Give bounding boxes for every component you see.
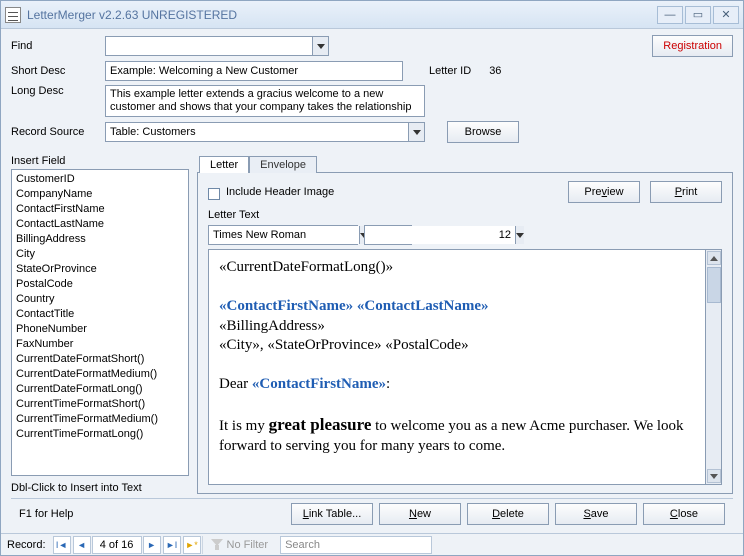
record-navigation-bar: Record: I◄ ◄ ► ►I ►* No Filter bbox=[1, 533, 743, 555]
scroll-up-button[interactable] bbox=[707, 251, 721, 265]
letterid-label: Letter ID bbox=[429, 65, 471, 77]
recordsource-label: Record Source bbox=[11, 126, 99, 138]
recordsource-input[interactable] bbox=[106, 123, 408, 141]
new-record-button[interactable]: ►* bbox=[183, 536, 201, 554]
longdesc-input[interactable]: This example letter extends a gracius we… bbox=[105, 85, 425, 117]
first-record-button[interactable]: I◄ bbox=[53, 536, 71, 554]
recordsource-dropdown-button[interactable] bbox=[408, 123, 424, 141]
shortdesc-input[interactable] bbox=[105, 61, 403, 81]
fontsize-input[interactable] bbox=[365, 226, 515, 244]
restore-button[interactable]: ▭ bbox=[685, 6, 711, 24]
record-position-input[interactable] bbox=[92, 536, 142, 554]
browse-button[interactable]: Browse bbox=[447, 121, 519, 143]
app-icon bbox=[5, 7, 21, 23]
field-list-item[interactable]: FaxNumber bbox=[16, 337, 184, 352]
field-list-item[interactable]: CurrentDateFormatShort() bbox=[16, 352, 184, 367]
funnel-icon bbox=[211, 539, 223, 551]
insert-field-header: Insert Field bbox=[11, 155, 189, 167]
editor-scrollbar[interactable] bbox=[706, 249, 722, 485]
titlebar: LetterMerger v2.2.63 UNREGISTERED — ▭ ✕ bbox=[1, 1, 743, 29]
close-window-button[interactable]: ✕ bbox=[713, 6, 739, 24]
include-header-checkbox[interactable] bbox=[208, 188, 220, 200]
field-list-item[interactable]: ContactTitle bbox=[16, 307, 184, 322]
letter-tab-panel: Include Header Image Preview Print Lette… bbox=[197, 172, 733, 494]
fontsize-combo[interactable] bbox=[364, 225, 412, 245]
field-list-item[interactable]: CurrentDateFormatLong() bbox=[16, 382, 184, 397]
font-input[interactable] bbox=[209, 226, 359, 244]
field-list-item[interactable]: PhoneNumber bbox=[16, 322, 184, 337]
link-table-button[interactable]: Link Table... bbox=[291, 503, 373, 525]
app-window: LetterMerger v2.2.63 UNREGISTERED — ▭ ✕ … bbox=[0, 0, 744, 556]
find-label: Find bbox=[11, 40, 99, 52]
minimize-button[interactable]: — bbox=[657, 6, 683, 24]
help-hint: F1 for Help bbox=[19, 508, 73, 520]
content-area: Find Registration Short Desc Letter ID 3… bbox=[1, 29, 743, 533]
shortdesc-label: Short Desc bbox=[11, 65, 99, 77]
record-search-box[interactable] bbox=[280, 536, 432, 554]
preview-button[interactable]: Preview bbox=[568, 181, 640, 203]
lettertext-label: Letter Text bbox=[208, 209, 722, 221]
find-dropdown-button[interactable] bbox=[312, 37, 328, 55]
field-list-item[interactable]: CurrentTimeFormatLong() bbox=[16, 427, 184, 442]
new-button[interactable]: New bbox=[379, 503, 461, 525]
field-list-item[interactable]: CurrentDateFormatMedium() bbox=[16, 367, 184, 382]
fontsize-dropdown-button[interactable] bbox=[515, 226, 524, 244]
insert-field-column: Insert Field CustomerIDCompanyNameContac… bbox=[11, 155, 189, 494]
close-button[interactable]: Close bbox=[643, 503, 725, 525]
field-list-item[interactable]: BillingAddress bbox=[16, 232, 184, 247]
longdesc-label: Long Desc bbox=[11, 85, 99, 97]
field-list[interactable]: CustomerIDCompanyNameContactFirstNameCon… bbox=[11, 169, 189, 476]
include-header-label: Include Header Image bbox=[226, 186, 334, 198]
find-input[interactable] bbox=[106, 37, 312, 55]
field-list-item[interactable]: Country bbox=[16, 292, 184, 307]
tab-letter[interactable]: Letter bbox=[199, 156, 249, 173]
next-record-button[interactable]: ► bbox=[143, 536, 161, 554]
scroll-down-button[interactable] bbox=[707, 469, 721, 483]
window-title: LetterMerger v2.2.63 UNREGISTERED bbox=[27, 8, 237, 22]
find-combo[interactable] bbox=[105, 36, 329, 56]
right-column: Letter Envelope Include Header Image Pre… bbox=[197, 155, 733, 494]
tabstrip: Letter Envelope bbox=[199, 155, 733, 172]
recordsource-combo[interactable] bbox=[105, 122, 425, 142]
font-combo[interactable] bbox=[208, 225, 358, 245]
filter-indicator[interactable]: No Filter bbox=[202, 536, 277, 554]
field-list-item[interactable]: StateOrProvince bbox=[16, 262, 184, 277]
letter-editor[interactable]: «CurrentDateFormatLong()» «ContactFirstN… bbox=[208, 249, 706, 485]
field-list-item[interactable]: PostalCode bbox=[16, 277, 184, 292]
field-list-item[interactable]: ContactLastName bbox=[16, 217, 184, 232]
letterid-value: 36 bbox=[489, 65, 501, 77]
field-list-item[interactable]: City bbox=[16, 247, 184, 262]
record-label: Record: bbox=[1, 539, 52, 551]
field-list-item[interactable]: CustomerID bbox=[16, 172, 184, 187]
field-list-item[interactable]: CompanyName bbox=[16, 187, 184, 202]
delete-button[interactable]: Delete bbox=[467, 503, 549, 525]
scroll-thumb[interactable] bbox=[707, 267, 721, 303]
insert-hint: Dbl-Click to Insert into Text bbox=[11, 482, 189, 494]
save-button[interactable]: Save bbox=[555, 503, 637, 525]
print-button[interactable]: Print bbox=[650, 181, 722, 203]
last-record-button[interactable]: ►I bbox=[163, 536, 181, 554]
registration-button[interactable]: Registration bbox=[652, 35, 733, 57]
field-list-item[interactable]: CurrentTimeFormatMedium() bbox=[16, 412, 184, 427]
prev-record-button[interactable]: ◄ bbox=[73, 536, 91, 554]
field-list-item[interactable]: ContactFirstName bbox=[16, 202, 184, 217]
field-list-item[interactable]: CurrentTimeFormatShort() bbox=[16, 397, 184, 412]
tab-envelope[interactable]: Envelope bbox=[249, 156, 317, 173]
